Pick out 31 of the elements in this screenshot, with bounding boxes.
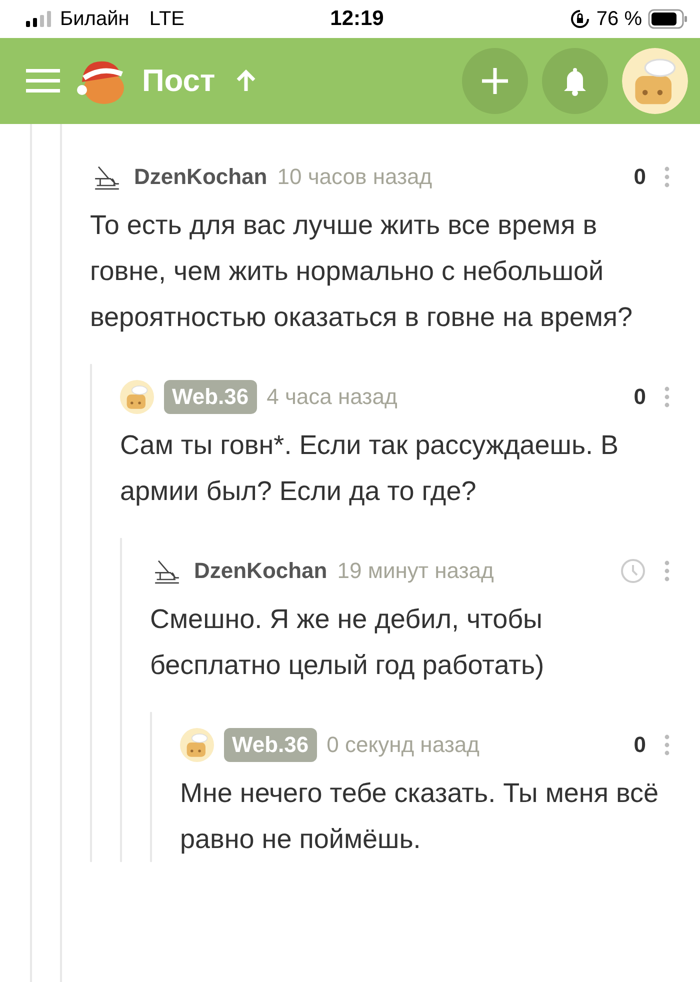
more-icon[interactable]	[664, 166, 670, 188]
avatar-icon	[120, 380, 154, 414]
more-icon[interactable]	[664, 734, 670, 756]
plus-icon	[479, 65, 511, 97]
profile-avatar	[622, 48, 688, 114]
menu-icon[interactable]	[26, 68, 60, 94]
clock-time: 12:19	[330, 7, 384, 31]
battery-icon	[648, 9, 688, 29]
comment-time: 0 секунд назад	[326, 732, 480, 758]
comment-text: Сам ты говн*. Если так рассуждаешь. В армии был? Если да то где?	[120, 429, 620, 508]
comment-score: 0	[634, 384, 646, 410]
network-type: LTE	[149, 8, 185, 30]
more-icon[interactable]	[664, 560, 670, 582]
author-name[interactable]: DzenKochan	[134, 164, 268, 190]
battery-percent: 76 %	[596, 8, 642, 30]
rotation-lock-icon	[570, 9, 590, 29]
comment-time: 10 часов назад	[277, 164, 434, 190]
comment-time: 19 минут назад	[337, 558, 495, 584]
comment-time: 4 часа назад	[266, 384, 398, 410]
page-title: Пост	[142, 63, 216, 99]
signal-icon	[26, 11, 52, 27]
more-icon[interactable]	[664, 386, 670, 408]
avatar-icon	[180, 728, 214, 762]
arrow-up-icon[interactable]	[235, 69, 258, 93]
author-name[interactable]: DzenKochan	[194, 558, 328, 584]
comment-score: 0	[634, 164, 646, 190]
comment-score: 0	[634, 732, 646, 758]
carrier-name: Билайн	[60, 8, 130, 30]
comment-text: Мне нечего тебе сказать. Ты меня всё равно не поймёшь.	[180, 777, 660, 856]
comment-text: Смешно. Я же не дебил, чтобы бесплатно целый год работать)	[150, 603, 546, 682]
comment-text: То есть для вас лучше жить все время в говне, чем жить нормально с небольшой вероятностью оказаться в говне на время?	[90, 209, 634, 334]
